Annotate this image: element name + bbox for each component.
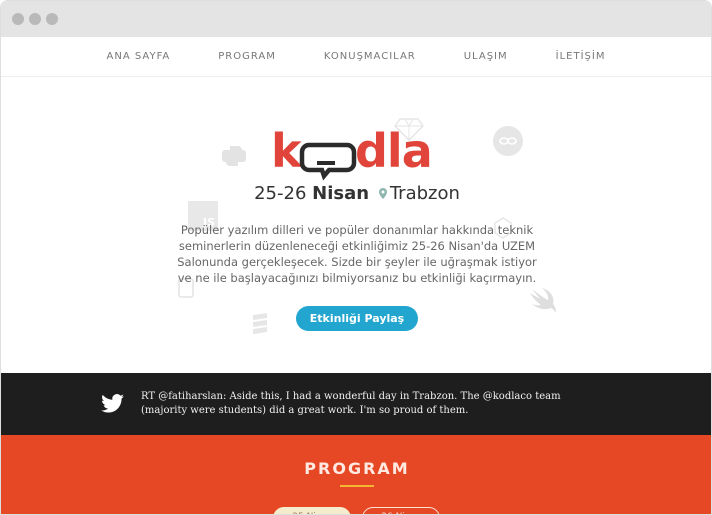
twitter-icon[interactable]	[101, 394, 124, 413]
program-title: PROGRAM	[304, 459, 410, 478]
scala-icon	[253, 313, 267, 334]
nav-item-ana-sayfa[interactable]: ANA SAYFA	[107, 51, 171, 62]
tweet-text: RT @fatiharslan: Aside this, I had a won…	[141, 391, 561, 416]
kodla-logo: k dla	[271, 127, 433, 181]
nav-item-iletisim[interactable]: İLETİŞİM	[556, 51, 606, 62]
browser-chrome	[1, 1, 711, 37]
nav-item-ulasim[interactable]: ULAŞIM	[464, 51, 508, 62]
window-close-dot[interactable]	[12, 13, 24, 25]
arduino-icon	[493, 126, 523, 156]
location-pin-icon	[378, 188, 387, 199]
event-city: Trabzon	[389, 183, 460, 204]
python-icon	[222, 146, 246, 166]
tab-day-1[interactable]: 25 Nisan	[273, 507, 351, 514]
browser-window: ANA SAYFA PROGRAM KONUŞMACILAR ULAŞIM İL…	[0, 0, 712, 515]
main-nav: ANA SAYFA PROGRAM KONUŞMACILAR ULAŞIM İL…	[1, 37, 711, 77]
event-description: Popüler yazılım dilleri ve popüler donan…	[177, 223, 537, 285]
hero-section: JS k dla 25-26 Nisan Trabzon Popüler yaz…	[1, 77, 711, 373]
window-maximize-dot[interactable]	[46, 13, 58, 25]
tab-day-2[interactable]: 26 Nisan	[362, 507, 440, 514]
svg-text:k: k	[271, 127, 303, 178]
tweet-banner: RT @fatiharslan: Aside this, I had a won…	[1, 373, 711, 435]
event-date-location: 25-26 Nisan Trabzon	[1, 183, 711, 204]
program-title-underline	[340, 485, 374, 487]
swift-icon	[530, 288, 556, 313]
event-month: Nisan	[312, 183, 370, 204]
nav-item-program[interactable]: PROGRAM	[218, 51, 276, 62]
svg-text:dla: dla	[355, 127, 432, 178]
share-event-button[interactable]: Etkinliği Paylaş	[296, 306, 418, 331]
program-section: PROGRAM 25 Nisan 26 Nisan	[1, 435, 711, 514]
window-minimize-dot[interactable]	[29, 13, 41, 25]
nav-item-konusmacilar[interactable]: KONUŞMACILAR	[324, 51, 416, 62]
event-dates: 25-26	[254, 183, 307, 204]
